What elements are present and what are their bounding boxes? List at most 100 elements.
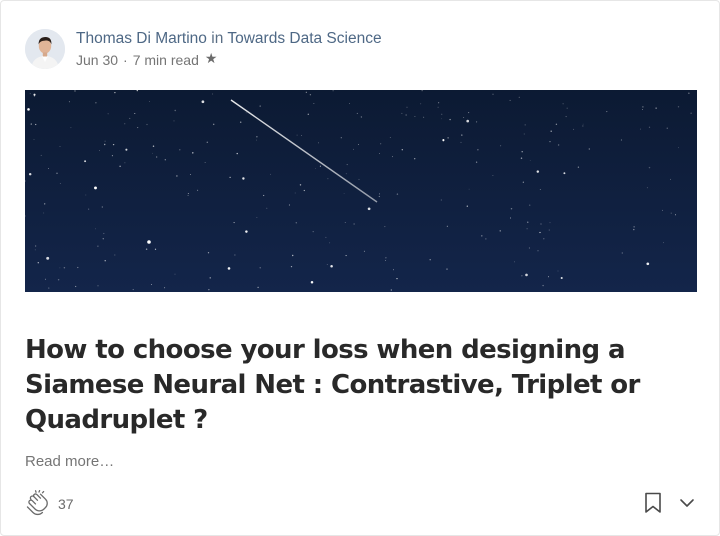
star <box>174 273 176 275</box>
star <box>666 127 668 129</box>
star <box>152 152 154 154</box>
post-title[interactable]: How to choose your loss when designing a… <box>25 333 665 438</box>
post-header: Thomas Di Martino in Towards Data Scienc… <box>25 27 382 71</box>
star <box>152 145 155 147</box>
clap-icon[interactable] <box>25 490 51 518</box>
star <box>655 107 657 109</box>
star <box>256 217 258 218</box>
star <box>327 178 329 180</box>
star <box>446 268 448 270</box>
hero-image[interactable] <box>25 90 697 292</box>
post-date: Jun 30 <box>76 51 119 68</box>
star <box>524 124 526 126</box>
star <box>125 148 128 151</box>
bright-star <box>147 240 151 244</box>
star <box>396 277 398 280</box>
star <box>179 149 181 151</box>
star <box>677 106 680 108</box>
author-link[interactable]: Thomas Di Martino <box>76 30 207 47</box>
star <box>99 150 100 151</box>
star <box>633 228 635 231</box>
star <box>529 159 531 161</box>
star <box>318 142 319 144</box>
read-more-link[interactable]: Read more… <box>25 452 114 472</box>
star <box>363 250 365 252</box>
publication-link[interactable]: Towards Data Science <box>227 30 381 47</box>
star <box>514 261 515 263</box>
star <box>291 254 294 257</box>
star <box>477 149 479 151</box>
star <box>295 222 297 224</box>
star <box>642 106 644 108</box>
star <box>423 116 425 118</box>
star <box>582 123 584 125</box>
star <box>521 150 523 153</box>
star <box>481 235 483 237</box>
star <box>414 158 416 160</box>
star <box>236 152 238 155</box>
star <box>68 101 70 103</box>
star <box>114 91 116 94</box>
star-icon: ★ <box>204 49 218 66</box>
star <box>438 102 440 104</box>
star <box>242 177 245 180</box>
star <box>520 157 523 159</box>
star <box>384 226 386 228</box>
star <box>75 285 77 288</box>
star <box>104 140 106 142</box>
star <box>527 221 529 223</box>
star <box>446 225 448 227</box>
star <box>461 134 463 136</box>
star <box>151 284 153 286</box>
star <box>528 247 530 249</box>
chevron-down-icon[interactable] <box>679 497 695 509</box>
star <box>447 137 449 139</box>
star <box>560 276 563 280</box>
author-avatar[interactable] <box>25 29 65 69</box>
star <box>33 93 36 96</box>
star <box>63 266 66 269</box>
star <box>239 121 242 123</box>
star <box>492 93 494 95</box>
star <box>466 205 468 207</box>
star <box>312 230 314 233</box>
star <box>500 145 502 147</box>
star <box>257 286 259 289</box>
star <box>325 236 327 238</box>
star <box>70 127 72 129</box>
star <box>547 276 550 278</box>
star <box>176 175 178 177</box>
star <box>207 252 210 254</box>
star <box>290 265 293 268</box>
star <box>35 245 37 247</box>
star <box>499 230 501 232</box>
star <box>633 226 635 228</box>
bookmark-icon[interactable] <box>644 492 662 514</box>
star <box>353 223 355 225</box>
star <box>192 152 194 154</box>
in-label: in <box>211 29 224 47</box>
star <box>315 168 317 169</box>
star <box>441 113 443 115</box>
star <box>288 204 290 206</box>
star <box>566 107 568 109</box>
star <box>344 221 346 224</box>
star <box>648 126 651 128</box>
star <box>25 215 26 217</box>
star <box>356 112 358 114</box>
star <box>674 214 677 216</box>
post-meta: Jun 30 · 7 min read ★ <box>76 50 382 70</box>
star <box>103 232 105 235</box>
star <box>35 123 37 126</box>
star <box>29 93 31 95</box>
star <box>518 96 520 98</box>
star <box>539 231 541 234</box>
star <box>557 144 560 146</box>
star <box>37 261 40 264</box>
star <box>129 117 131 119</box>
star <box>245 230 248 233</box>
star <box>378 195 380 198</box>
star <box>270 173 271 175</box>
star <box>59 183 61 184</box>
star <box>256 139 257 141</box>
